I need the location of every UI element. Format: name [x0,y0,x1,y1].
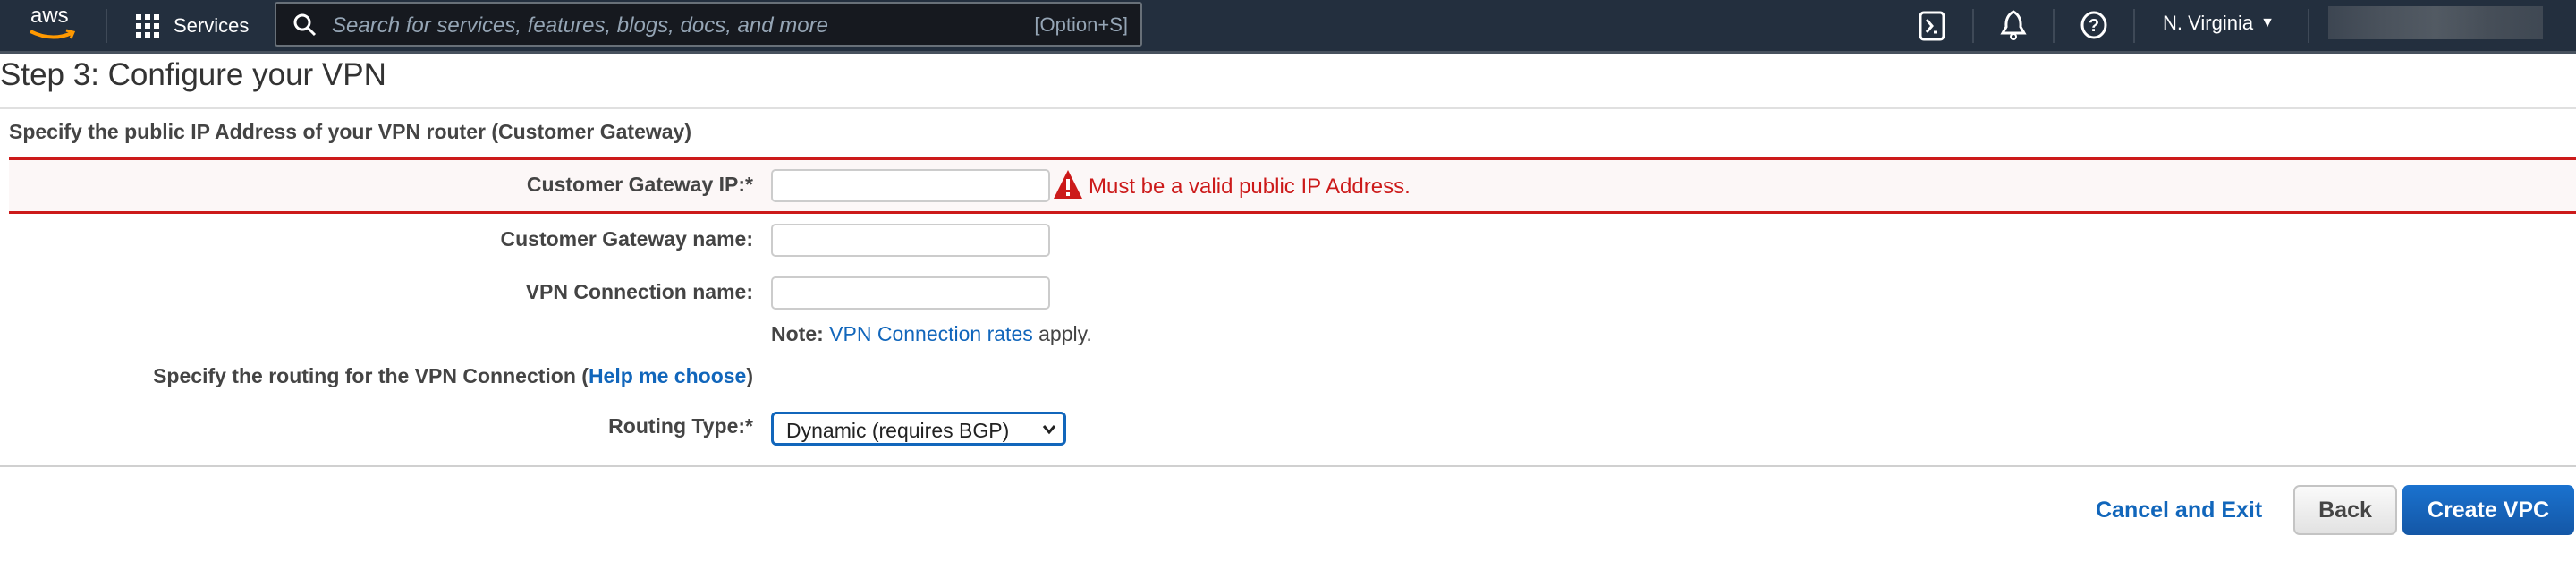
divider [2308,9,2309,43]
aws-smile-icon [30,29,76,39]
create-vpc-button[interactable]: Create VPC [2402,485,2574,535]
aws-logo[interactable]: aws [27,4,77,43]
divider [2053,9,2055,43]
section-header: Specify the public IP Address of your VP… [9,120,691,143]
divider [106,9,107,43]
caret-down-icon: ▼ [2260,15,2275,30]
search-shortcut: [Option+S] [1034,13,1128,36]
help-me-choose-link[interactable]: Help me choose [589,364,746,387]
routing-header-paren: ) [746,364,753,387]
vpn-name-input[interactable] [771,276,1050,310]
divider [0,107,2576,109]
note-suffix: apply. [1038,322,1092,345]
routing-header-text: Specify the routing for the VPN Connecti… [153,364,589,387]
warning-icon [1054,170,1082,199]
cgw-name-label: Customer Gateway name: [500,227,753,251]
page-title: Step 3: Configure your VPN [0,57,386,92]
cgw-ip-input[interactable] [771,169,1050,202]
routing-type-value: Dynamic (requires BGP) [786,419,1010,442]
cgw-ip-label: Customer Gateway IP:* [526,173,753,196]
services-label: Services [174,14,250,37]
chevron-down-icon [1042,425,1056,435]
cancel-and-exit-link[interactable]: Cancel and Exit [2096,498,2262,523]
grid-icon [136,14,159,38]
help-icon[interactable]: ? [2080,10,2108,40]
divider [0,465,2576,467]
divider [2133,9,2135,43]
cloudshell-icon[interactable] [1919,11,1945,41]
account-menu-blurred[interactable] [2328,6,2543,39]
svg-text:?: ? [2089,16,2099,36]
vpn-rates-link[interactable]: VPN Connection rates [829,322,1033,345]
top-nav-bar: aws Services Search for services, featur… [0,0,2576,54]
bell-icon[interactable] [2000,9,2027,41]
search-placeholder: Search for services, features, blogs, do… [332,13,828,38]
vpn-name-label: VPN Connection name: [525,280,753,303]
note-label: Note: [771,322,824,345]
back-button[interactable]: Back [2293,485,2397,535]
routing-type-label: Routing Type:* [608,414,753,438]
search-input[interactable]: Search for services, features, blogs, do… [275,2,1142,47]
services-menu-button[interactable]: Services [134,9,249,43]
cgw-ip-error: Must be a valid public IP Address. [1089,174,1411,199]
region-selector[interactable]: N. Virginia ▼ [2163,12,2275,35]
divider [1972,9,1974,43]
routing-type-select[interactable]: Dynamic (requires BGP) [771,412,1066,446]
search-icon [293,13,317,37]
cgw-name-input[interactable] [771,224,1050,257]
routing-header: Specify the routing for the VPN Connecti… [0,364,753,388]
region-label: N. Virginia [2163,12,2254,34]
note: Note: VPN Connection rates apply. [771,322,1092,346]
